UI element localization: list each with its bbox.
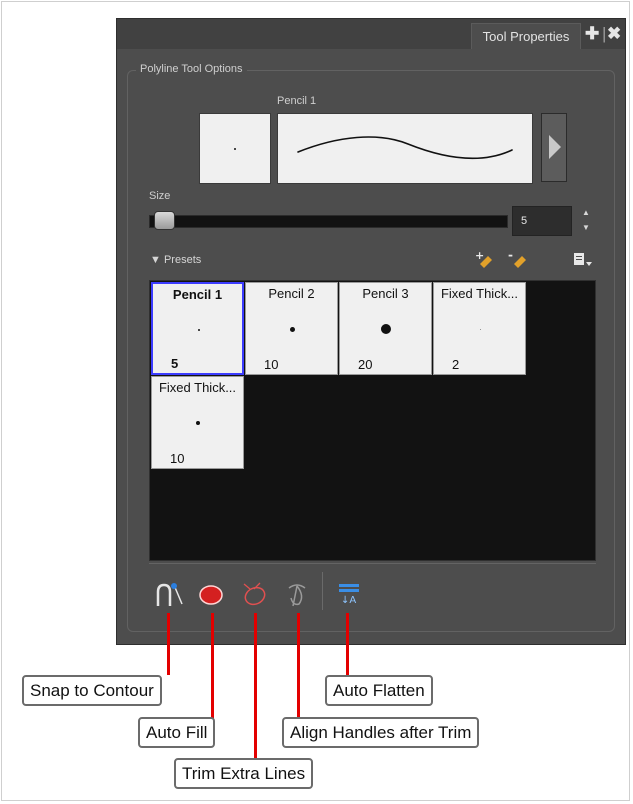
presets-toggle[interactable]: ▼ Presets [150,254,201,266]
preset-name: Pencil 3 [362,286,409,301]
brush-name-label: Pencil 1 [277,95,317,107]
preset-size: 10 [170,451,185,466]
add-view-button[interactable]: ✚ [585,25,599,43]
preset-dot [480,329,481,330]
presets-list[interactable]: Pencil 1 5 Pencil 2 10 Pencil 3 20 Fixed… [149,280,596,561]
preset-name: Pencil 2 [268,286,315,301]
preset-name: Fixed Thick... [158,380,237,395]
preset-dot [290,327,295,332]
leader-line [211,613,214,719]
auto-flatten-icon[interactable]: ↓A [336,580,364,608]
preset-tile[interactable]: Fixed Thick... 10 [151,376,244,469]
preset-size: 10 [264,357,279,372]
preset-size: 5 [171,356,179,371]
preset-dot [198,329,200,331]
callout-snap-to-contour: Snap to Contour [22,675,162,706]
size-field[interactable]: 5 [512,206,572,236]
callout-auto-flatten: Auto Flatten [325,675,433,706]
tip-dot [234,148,236,150]
leader-line [167,613,170,675]
toolbar-divider [149,563,596,564]
preset-tile[interactable]: Pencil 3 20 [339,282,432,375]
presets-menu-icon[interactable] [572,252,594,270]
callout-auto-fill: Auto Fill [138,717,216,748]
tab-divider: | [602,24,607,43]
svg-text:-: - [508,250,513,262]
stroke-preview [277,113,533,184]
snap-to-contour-icon[interactable] [154,580,184,608]
brush-tip-preview [199,113,271,184]
auto-fill-icon[interactable] [197,580,227,608]
preset-tile[interactable]: Pencil 2 10 [245,282,338,375]
size-increase-icon[interactable]: ▲ [582,209,590,217]
align-handles-icon[interactable] [283,580,313,608]
size-label: Size [149,190,171,202]
preset-size: 2 [452,357,460,372]
leader-line [254,613,257,760]
svg-text:↓A: ↓A [341,595,356,606]
preset-dot [381,324,391,334]
delete-preset-icon[interactable]: - [508,250,530,268]
presets-label: Presets [163,254,202,266]
callout-align-handles: Align Handles after Trim [282,717,480,748]
trim-extra-lines-icon[interactable] [240,580,270,608]
panel-titlebar: Tool Properties ✚ | ✖ [117,19,625,49]
preset-tile[interactable]: Pencil 1 5 [151,282,244,375]
tab-tool-properties[interactable]: Tool Properties [471,23,581,49]
preset-name: Fixed Thick... [440,286,519,301]
callout-trim-extra-lines: Trim Extra Lines [174,758,314,789]
preset-name: Pencil 1 [172,287,223,302]
group-title: Polyline Tool Options [136,63,247,75]
toolbar-separator [322,572,323,610]
triangle-down-icon: ▼ [150,254,161,266]
preset-size: 20 [358,357,373,372]
leader-line [297,613,300,719]
leader-line [346,613,349,675]
play-arrow-icon [549,135,561,159]
preset-tile[interactable]: Fixed Thick... 2 [433,282,526,375]
stroke-sample [297,136,513,160]
size-slider[interactable] [149,215,508,228]
close-view-button[interactable]: ✖ [607,25,621,43]
new-preset-icon[interactable]: + [474,250,496,268]
svg-text:+: + [475,250,484,262]
preset-dot [196,421,200,425]
size-decrease-icon[interactable]: ▼ [582,224,590,232]
next-preset-button[interactable] [541,113,567,182]
size-slider-thumb[interactable] [154,211,175,230]
